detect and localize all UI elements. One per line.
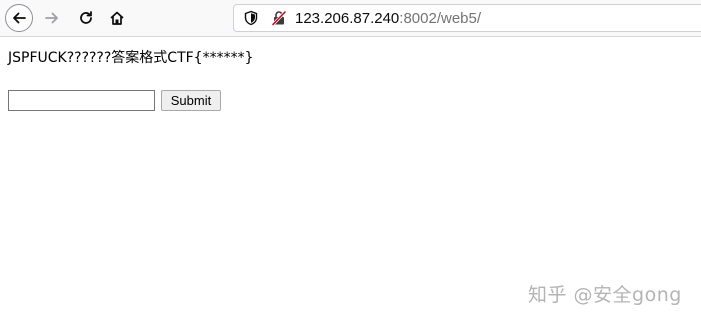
tracking-shield-icon[interactable] [243,10,259,26]
home-icon [110,11,124,25]
home-button[interactable] [103,4,131,32]
back-button[interactable] [5,4,33,32]
back-arrow-icon [13,12,26,24]
forward-button[interactable] [38,4,66,32]
page-content: JSPFUCK??????答案格式CTF{******} [8,48,254,68]
reload-icon [80,11,92,24]
url-host: 123.206.87.240 [295,10,400,27]
reload-button[interactable] [72,4,100,32]
url-path: :8002/web5/ [399,10,482,27]
submit-button[interactable]: Submit [161,90,221,111]
address-bar[interactable]: 123.206.87.240:8002/web5/ [233,4,701,32]
url-text[interactable]: 123.206.87.240:8002/web5/ [295,10,481,27]
watermark: 知乎 @安全gong [528,284,682,306]
answer-form: Submit [8,90,221,111]
answer-input[interactable] [8,90,155,111]
challenge-prompt: JSPFUCK??????答案格式CTF{******} [8,50,254,66]
browser-toolbar: 123.206.87.240:8002/web5/ [0,0,701,37]
forward-arrow-icon [45,12,58,24]
insecure-lock-icon[interactable] [271,10,287,26]
